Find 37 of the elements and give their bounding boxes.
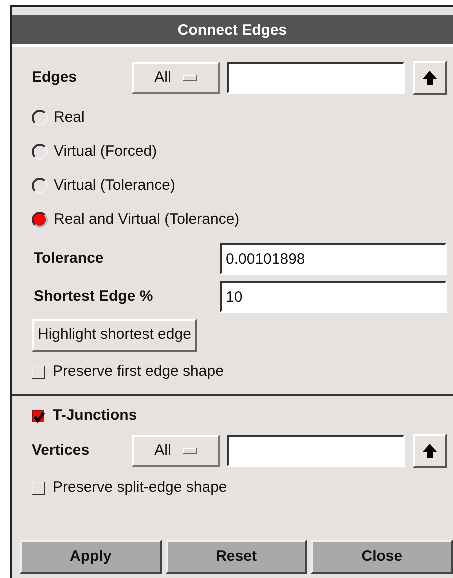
up-arrow-button[interactable]	[413, 61, 447, 95]
input-field[interactable]	[227, 435, 405, 467]
up-arrow-icon	[422, 70, 438, 86]
dropdown-button[interactable]: All	[132, 62, 220, 94]
radio-label: Virtual (Tolerance)	[54, 176, 176, 196]
input-field[interactable]: 10	[220, 281, 447, 313]
radio-button[interactable]	[32, 144, 48, 160]
action-button[interactable]: Apply	[20, 540, 162, 574]
up-arrow-icon	[422, 443, 438, 459]
dropdown-indicator-icon	[183, 448, 198, 454]
dropdown-indicator-icon	[183, 75, 198, 81]
field-label: Tolerance	[34, 248, 105, 269]
up-arrow-button[interactable]	[413, 434, 447, 468]
radio-label: Virtual (Forced)	[54, 142, 158, 162]
dropdown-button[interactable]: All	[132, 435, 220, 467]
input-field[interactable]	[227, 62, 405, 94]
radio-option[interactable]: Virtual (Forced)	[12, 135, 453, 169]
radio-option[interactable]: Real	[12, 101, 453, 135]
radio-option[interactable]: Virtual (Tolerance)	[12, 169, 453, 203]
window-title: Connect Edges	[178, 21, 288, 41]
action-button[interactable]: Reset	[166, 540, 308, 574]
radio-button[interactable]	[32, 212, 48, 228]
checkbox[interactable]	[32, 410, 45, 422]
radio-button[interactable]	[32, 178, 48, 194]
field-label: Edges	[32, 68, 78, 88]
radio-option[interactable]: Real and Virtual (Tolerance)	[12, 203, 453, 237]
highlight-button[interactable]: Highlight shortest edge	[32, 319, 198, 352]
radio-label: Real and Virtual (Tolerance)	[54, 210, 240, 230]
field-label: Shortest Edge %	[34, 286, 154, 307]
checkbox-label: T-Junctions	[53, 406, 138, 426]
input-field[interactable]: 0.00101898	[220, 243, 447, 275]
action-button[interactable]: Close	[311, 540, 453, 574]
radio-button[interactable]	[32, 110, 48, 126]
checkbox-label: Preserve split-edge shape	[53, 478, 228, 498]
field-label: Vertices	[32, 440, 91, 461]
radio-label: Real	[54, 108, 85, 128]
checkbox-label: Preserve first edge shape	[53, 362, 224, 382]
